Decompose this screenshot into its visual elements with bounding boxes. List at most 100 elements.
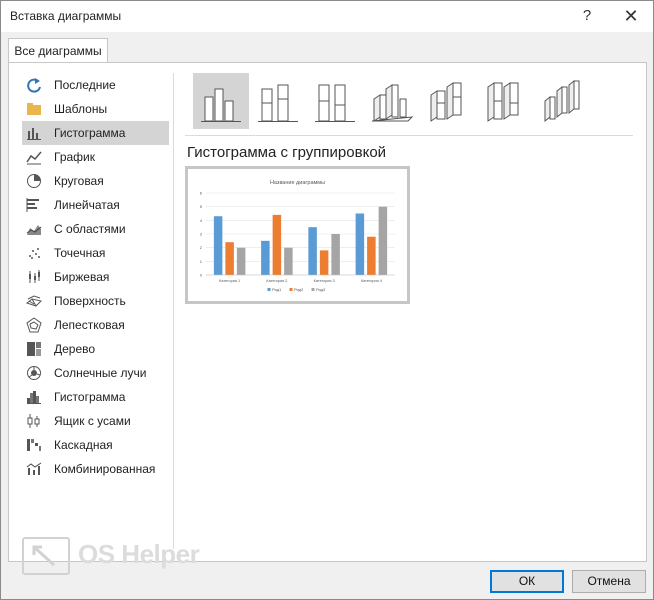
cancel-button[interactable]: Отмена xyxy=(572,570,646,593)
sidebar-item-label: Комбинированная xyxy=(54,462,156,476)
legend-label: Ряд3 xyxy=(316,287,326,292)
x-tick-label: Категория 4 xyxy=(361,279,382,283)
stacked-column-icon xyxy=(258,84,298,122)
stacked-column-subtype[interactable] xyxy=(250,73,306,129)
sidebar-item-line-chart[interactable]: График xyxy=(22,145,169,169)
3d-stacked-100-column-icon xyxy=(487,82,519,122)
clustered-column-subtype[interactable] xyxy=(193,73,249,129)
sunburst-chart-icon xyxy=(26,365,42,381)
sidebar-item-label: Точечная xyxy=(54,246,106,260)
sidebar-item-label: График xyxy=(54,150,95,164)
x-tick-label: Категория 1 xyxy=(219,279,240,283)
bar-Ряд2-2 xyxy=(272,214,282,275)
close-icon[interactable]: ✕ xyxy=(619,4,643,28)
title-bar: Вставка диаграммы ? ✕ xyxy=(1,1,653,32)
clustered-column-icon xyxy=(201,88,241,122)
treemap-chart-icon xyxy=(26,341,42,357)
sidebar-item-waterfall-chart[interactable]: Каскадная xyxy=(22,433,169,457)
3d-clustered-column-subtype[interactable] xyxy=(364,73,420,129)
legend-swatch xyxy=(311,288,315,291)
watermark-text: OS Helper xyxy=(78,539,200,569)
pie-chart-icon xyxy=(26,173,42,189)
box-whisker-chart-icon xyxy=(26,413,42,429)
charts-panel: Последние Шаблоны Гистограмма График Кругова… xyxy=(8,62,647,562)
histogram-chart-icon xyxy=(26,389,42,405)
sidebar-item-column-chart[interactable]: Гистограмма xyxy=(22,121,169,145)
sidebar-item-label: Гистограмма xyxy=(54,390,126,404)
waterfall-chart-icon xyxy=(26,437,42,453)
3d-stacked-column-subtype[interactable] xyxy=(421,73,477,129)
bar-Ряд2-3 xyxy=(319,250,329,275)
preview-title: Гистограмма с группировкой xyxy=(187,144,387,161)
sidebar-item-surface-chart[interactable]: Поверхность xyxy=(22,289,169,313)
sidebar-item-scatter-chart[interactable]: Точечная xyxy=(22,241,169,265)
tab-all-charts[interactable]: Все диаграммы xyxy=(8,38,108,63)
scatter-chart-icon xyxy=(26,245,42,261)
sidebar-item-treemap-chart[interactable]: Дерево xyxy=(22,337,169,361)
sidebar-item-radar-chart[interactable]: Лепестковая xyxy=(22,313,169,337)
recent-icon xyxy=(26,77,42,93)
3d-column-icon xyxy=(544,79,580,123)
3d-clustered-column-icon xyxy=(371,84,414,122)
legend-swatch xyxy=(289,288,293,291)
x-tick-label: Категория 2 xyxy=(266,279,287,283)
sidebar-item-combo-chart[interactable]: Комбинированная xyxy=(22,457,169,481)
sidebar-item-label: Лепестковая xyxy=(54,318,125,332)
subtype-gallery xyxy=(185,73,635,131)
3d-column-subtype[interactable] xyxy=(535,73,591,129)
sidebar-item-label: Биржевая xyxy=(54,270,110,284)
surface-chart-icon xyxy=(25,293,42,309)
combo-chart-icon xyxy=(26,461,42,477)
radar-chart-icon xyxy=(26,317,42,333)
sidebar-item-label: Солнечные лучи xyxy=(54,366,147,380)
dialog-title: Вставка диаграммы xyxy=(10,9,122,23)
stacked-100-column-subtype[interactable] xyxy=(307,73,363,129)
sidebar-item-folder[interactable]: Шаблоны xyxy=(22,97,169,121)
sidebar-item-pie-chart[interactable]: Круговая xyxy=(22,169,169,193)
chart-subtype-area: Гистограмма с группировкой Название диаг… xyxy=(185,73,635,304)
bar-chart-icon xyxy=(26,197,42,213)
sidebar-item-recent[interactable]: Последние xyxy=(22,73,169,97)
sidebar-item-box-whisker-chart[interactable]: Ящик с усами xyxy=(22,409,169,433)
3d-stacked-column-icon xyxy=(430,82,462,122)
monitor-logo-icon xyxy=(22,537,70,575)
sidebar-item-label: Каскадная xyxy=(54,438,113,452)
sidebar-item-label: Ящик с усами xyxy=(54,414,131,428)
sidebar-item-stock-chart[interactable]: Биржевая xyxy=(22,265,169,289)
stacked-100-column-icon xyxy=(315,84,355,122)
sidebar-item-label: Круговая xyxy=(54,174,104,188)
legend-swatch xyxy=(267,288,271,291)
help-icon[interactable]: ? xyxy=(577,4,597,28)
legend-label: Ряд2 xyxy=(294,287,304,292)
chart-type-list: Последние Шаблоны Гистограмма График Кругова… xyxy=(22,73,169,481)
x-tick-label: Категория 3 xyxy=(314,279,335,283)
sidebar-item-histogram-chart[interactable]: Гистограмма xyxy=(22,385,169,409)
bar-Ряд3-2 xyxy=(284,247,293,275)
sidebar-item-label: Поверхность xyxy=(54,294,126,308)
sidebar-item-sunburst-chart[interactable]: Солнечные лучи xyxy=(22,361,169,385)
sidebar-item-label: Последние xyxy=(54,78,116,92)
bar-Ряд3-3 xyxy=(331,234,340,275)
sidebar-item-label: Линейчатая xyxy=(54,198,120,212)
3d-stacked-100-column-subtype[interactable] xyxy=(478,73,534,129)
area-chart-icon xyxy=(26,221,42,237)
stock-chart-icon xyxy=(26,269,42,285)
legend-label: Ряд1 xyxy=(272,287,282,292)
sidebar-item-area-chart[interactable]: С областями xyxy=(22,217,169,241)
sidebar-item-label: Гистограмма xyxy=(54,126,126,140)
sidebar-item-label: С областями xyxy=(54,222,126,236)
insert-chart-dialog: Вставка диаграммы ? ✕ Все диаграммы Посл… xyxy=(0,0,654,600)
preview-chart: Название диаграммы0123456Категория 1 Кате… xyxy=(192,172,403,298)
chart-preview[interactable]: Название диаграммы 0 1 2 3 4 5 6 Категория 1 Кате… xyxy=(185,166,410,304)
divider xyxy=(185,135,633,136)
bar-Ряд1-4 xyxy=(355,213,365,275)
ok-button[interactable]: ОК xyxy=(490,570,564,593)
bar-Ряд3-4 xyxy=(378,206,388,275)
bar-Ряд1-1 xyxy=(213,216,223,275)
bar-Ряд2-4 xyxy=(367,236,376,275)
sidebar-item-bar-chart[interactable]: Линейчатая xyxy=(22,193,169,217)
column-chart-icon xyxy=(26,125,42,141)
divider xyxy=(173,73,174,549)
watermark: OS Helper xyxy=(22,537,222,581)
line-chart-icon xyxy=(26,149,42,165)
